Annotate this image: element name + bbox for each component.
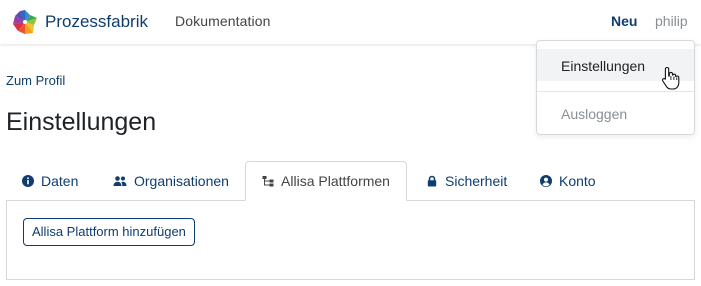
menu-item-settings-label: Einstellungen (561, 58, 646, 74)
nav-new-link[interactable]: Neu (611, 13, 637, 29)
settings-tabs: Daten Organisationen Allisa Plattformen … (0, 161, 701, 201)
menu-item-logout-label: Ausloggen (561, 106, 628, 122)
tab-data-label: Daten (41, 173, 79, 189)
nav-documentation-link[interactable]: Dokumentation (175, 13, 270, 29)
page-title: Einstellungen (6, 108, 157, 136)
tab-allisa-platforms-label: Allisa Plattformen (281, 173, 390, 189)
user-menu-toggle[interactable]: philip (655, 13, 688, 29)
brand-link[interactable]: Prozessfabrik (12, 8, 148, 36)
tab-organizations-label: Organisationen (134, 173, 229, 189)
top-navbar: Prozessfabrik Dokumentation Neu philip (0, 0, 701, 44)
tab-account[interactable]: Konto (540, 161, 596, 201)
users-icon (113, 176, 127, 186)
platforms-panel: Allisa Plattform hinzufügen (6, 200, 695, 280)
sitemap-icon (262, 176, 274, 187)
pinwheel-logo-icon (13, 10, 37, 34)
hand-pointer-cursor-icon (661, 66, 680, 90)
tab-security-label: Sicherheit (445, 173, 508, 189)
tab-data[interactable]: Daten (22, 161, 78, 201)
add-allisa-platform-button[interactable]: Allisa Plattform hinzufügen (23, 218, 195, 246)
back-to-profile-link[interactable]: Zum Profil (6, 73, 65, 88)
user-circle-icon (540, 175, 552, 187)
menu-item-logout[interactable]: Ausloggen (537, 101, 694, 127)
lock-icon (427, 175, 437, 187)
info-icon (22, 175, 34, 187)
tab-account-label: Konto (559, 173, 596, 189)
tab-allisa-platforms[interactable]: Allisa Plattformen (245, 161, 407, 201)
brand-name: Prozessfabrik (45, 12, 148, 31)
tab-organizations[interactable]: Organisationen (113, 161, 229, 201)
tab-security[interactable]: Sicherheit (426, 161, 507, 201)
menu-divider (537, 91, 694, 92)
